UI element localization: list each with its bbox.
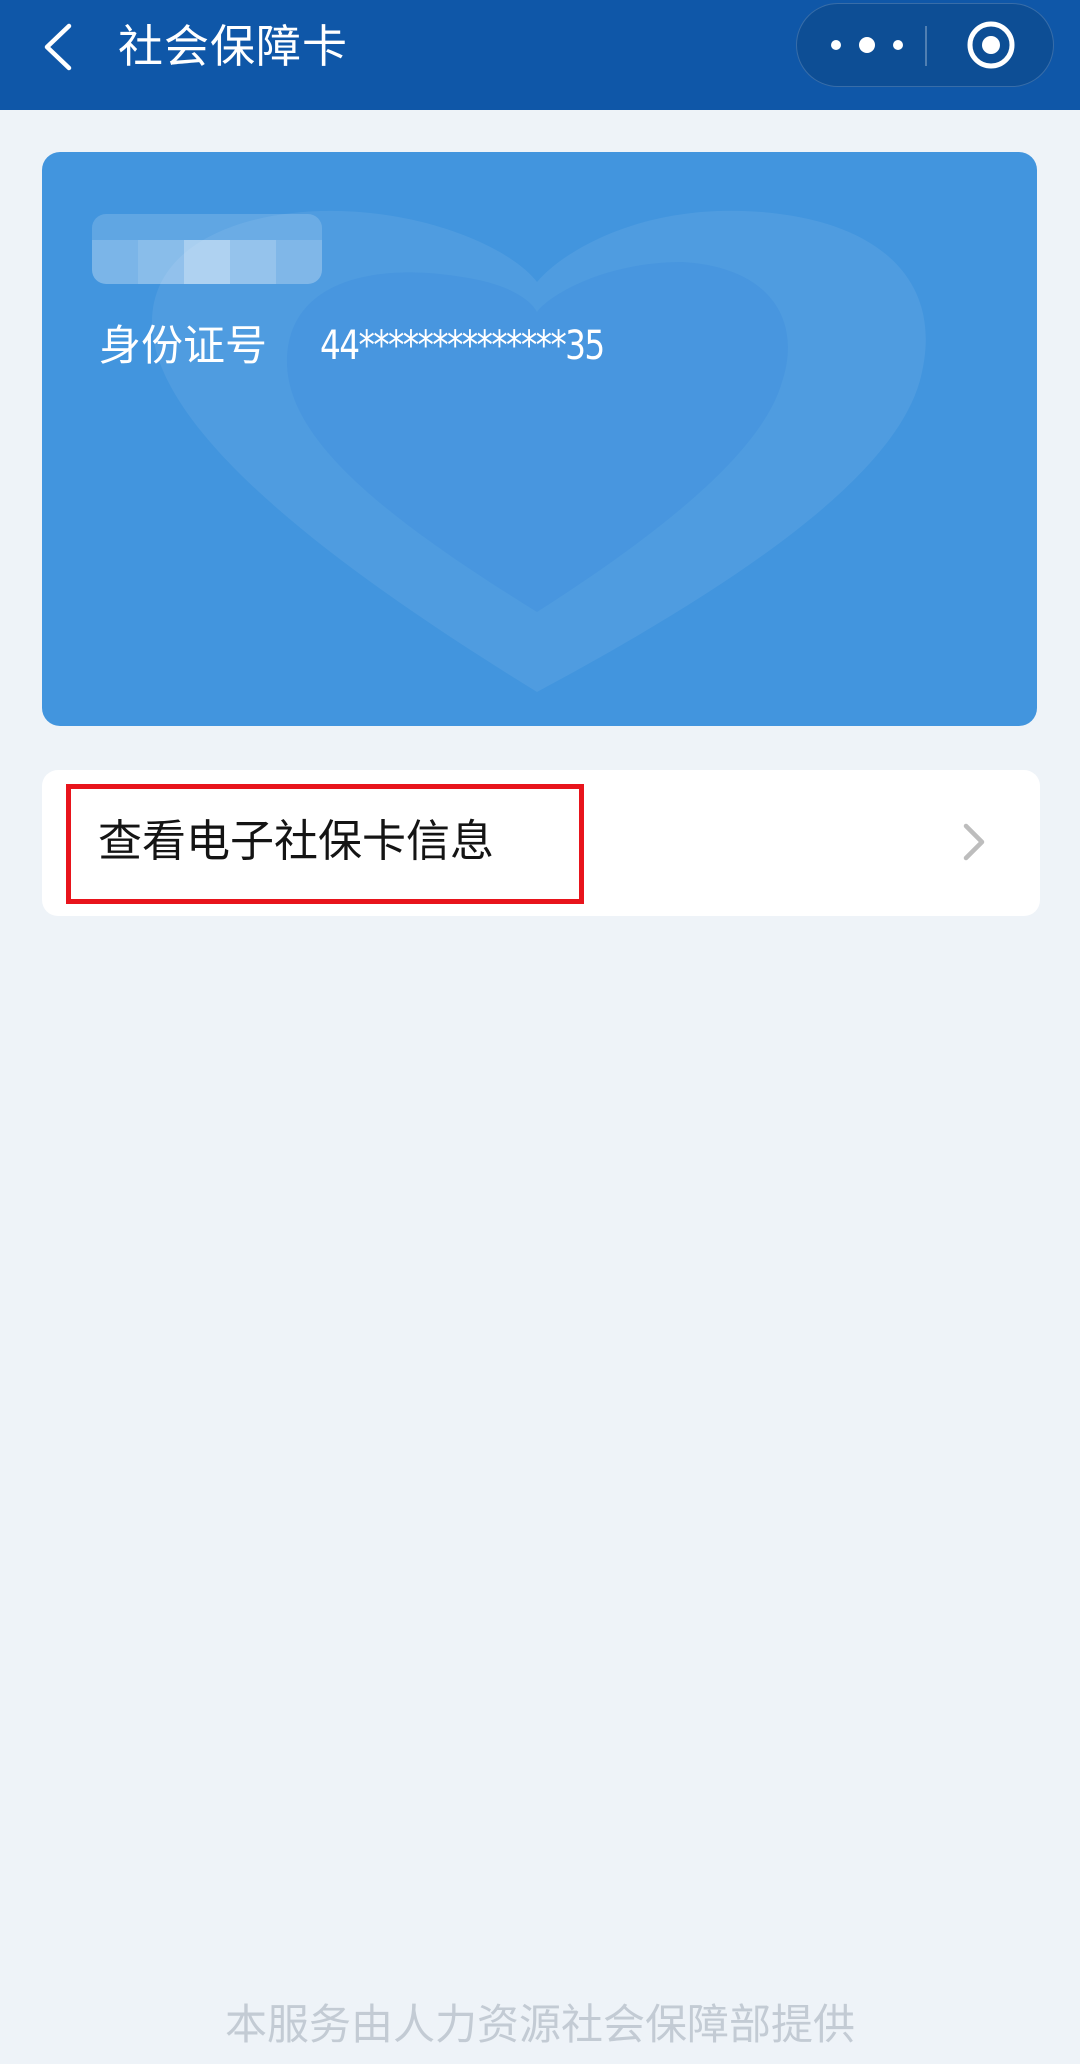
cardholder-name-redacted: [92, 214, 322, 284]
more-button[interactable]: [815, 4, 919, 85]
navigation-bar: 社会保障卡: [0, 0, 1080, 110]
close-mini-program-button[interactable]: [937, 4, 1045, 85]
more-dots-icon: [831, 36, 903, 53]
id-number-value: 44**************35: [320, 323, 605, 369]
chevron-left-icon: [44, 23, 72, 71]
chevron-right-icon: [954, 816, 994, 868]
page-title: 社会保障卡: [118, 20, 349, 73]
mini-program-capsule: [796, 3, 1054, 87]
capsule-divider: [925, 26, 927, 66]
target-circle-icon: [967, 21, 1015, 68]
view-e-card-info-item[interactable]: 查看电子社保卡信息: [42, 770, 1040, 916]
id-number-label: 身份证号: [99, 321, 268, 370]
list-item-label: 查看电子社保卡信息: [98, 816, 494, 867]
footer-provider-text: 本服务由人力资源社会保障部提供: [224, 2000, 855, 2049]
back-button[interactable]: [34, 18, 82, 76]
social-security-card: 身份证号 44**************35: [42, 152, 1037, 726]
